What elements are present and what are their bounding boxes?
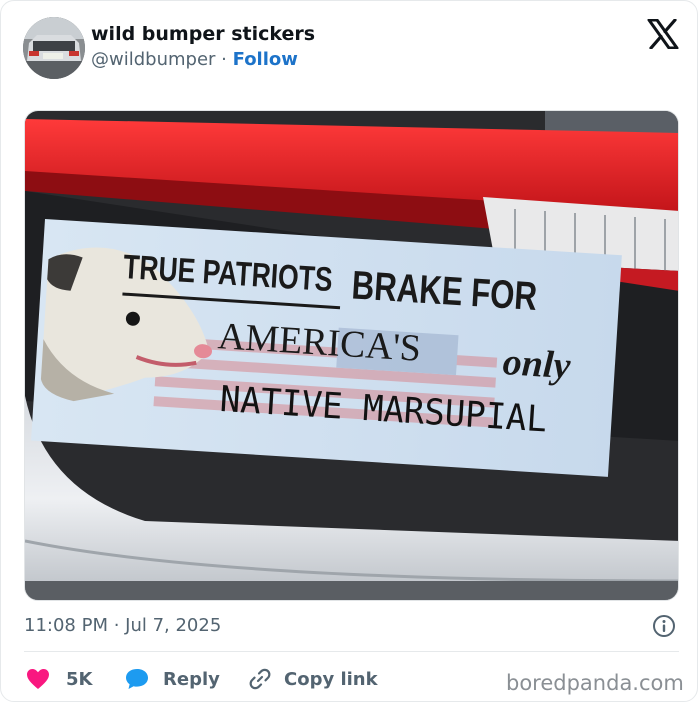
follow-button[interactable]: Follow [233,49,298,70]
avatar-image [23,17,85,79]
avatar[interactable] [23,17,85,79]
reply-button[interactable]: Reply [125,667,220,691]
tweet-photo[interactable]: TRUE PATRIOTS BRAKE FOR AMERICA'S only N… [24,110,679,601]
tweet-card: wild bumper stickers @wildbumper · Follo… [0,0,698,702]
link-icon [248,667,272,691]
info-icon[interactable] [652,614,676,638]
tweet-timestamp[interactable]: 11:08 PM · Jul 7, 2025 [24,615,221,636]
x-logo-icon[interactable] [647,18,679,50]
watermark: boredpanda.com [506,671,684,695]
heart-icon [26,668,50,690]
separator: · [221,49,227,70]
handle-line: @wildbumper · Follow [91,49,298,70]
author-name[interactable]: wild bumper stickers [91,23,315,45]
reply-label: Reply [163,668,220,690]
sticker-text-only: only [502,341,572,387]
like-count: 5K [66,668,93,690]
author-handle[interactable]: @wildbumper [91,49,215,70]
copy-link-label: Copy link [284,668,378,690]
reply-bubble-icon [125,668,149,690]
copy-link-button[interactable]: Copy link [248,667,378,691]
divider [24,651,679,652]
like-button[interactable]: 5K [26,667,92,691]
